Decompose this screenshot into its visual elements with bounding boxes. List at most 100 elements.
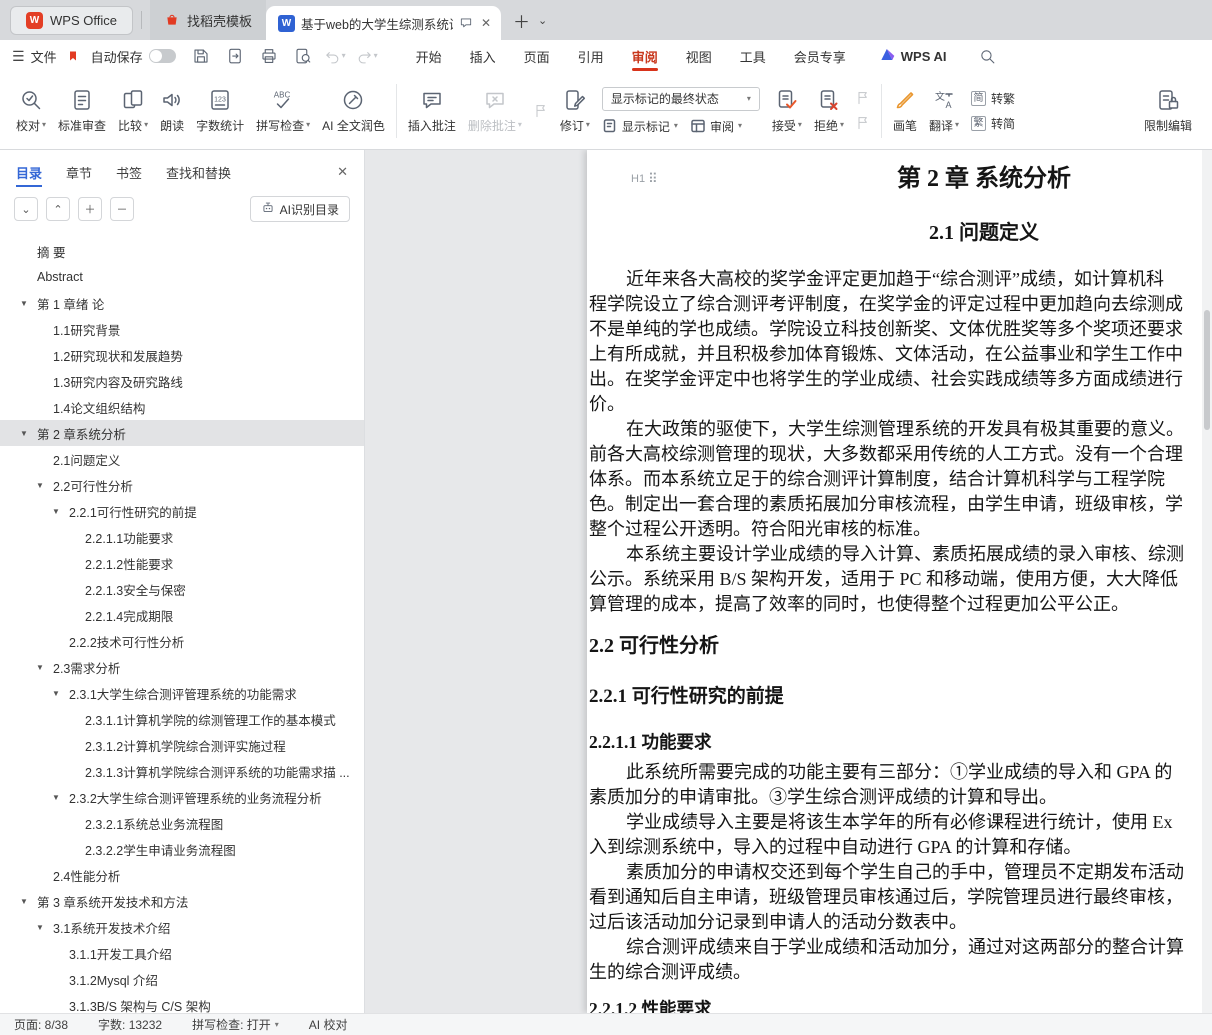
markup-state-select[interactable]: 显示标记的最终状态▾ <box>602 87 760 111</box>
read-aloud-button[interactable]: 朗读 <box>154 84 190 138</box>
toc-item[interactable]: ▼ 2.3.2.2学生申请业务流程图 <box>0 836 364 862</box>
standard-review-button[interactable]: 标准审查 <box>52 84 112 138</box>
show-markup-button[interactable]: 显示标记▾ <box>602 118 678 135</box>
toc-item[interactable]: ▼ 2.2可行性分析 <box>0 472 364 498</box>
toc-item[interactable]: ▼ 第 2 章系统分析 <box>0 420 364 446</box>
prev-comment-flag-icon[interactable] <box>533 103 549 119</box>
expand-level-button[interactable]: ＋ <box>78 197 102 221</box>
ribbon-tab[interactable]: 页面 <box>524 40 550 72</box>
toc-item[interactable]: ▼ Abstract <box>0 264 364 290</box>
collapse-level-button[interactable]: － <box>110 197 134 221</box>
ribbon-tab[interactable]: 审阅 <box>632 40 658 72</box>
ai-toc-button[interactable]: AI识别目录 <box>250 196 350 222</box>
ribbon-tab[interactable]: 会员专享 <box>794 40 846 72</box>
ai-proofread-button[interactable]: AI 校对 <box>309 1016 348 1033</box>
ribbon-tab[interactable]: 视图 <box>686 40 712 72</box>
toc-item[interactable]: ▼ 1.1研究背景 <box>0 316 364 342</box>
translate-button[interactable]: 文A 翻译▾ <box>923 84 965 138</box>
heading-drag-handle[interactable]: H1 ⠿ <box>631 171 657 187</box>
restrict-editing-button[interactable]: 限制编辑 <box>1138 84 1198 138</box>
toc-item[interactable]: ▼ 2.2.1.4完成期限 <box>0 602 364 628</box>
toc-item[interactable]: ▼ 2.2.1.2性能要求 <box>0 550 364 576</box>
toc-item[interactable]: ▼ 3.1系统开发技术介绍 <box>0 914 364 940</box>
toc-item[interactable]: ▼ 第 1 章绪 论 <box>0 290 364 316</box>
toc-item[interactable]: ▼ 2.3.1.2计算机学院综合测评实施过程 <box>0 732 364 758</box>
toc-expand-icon[interactable]: ▼ <box>36 481 53 490</box>
toc-expand-icon[interactable]: ▼ <box>52 507 69 516</box>
docer-tab[interactable]: 找稻壳模板 <box>150 0 266 40</box>
wps-ai-button[interactable]: WPS AI <box>880 47 947 65</box>
toc-expand-icon[interactable]: ▼ <box>20 897 37 906</box>
toc-item[interactable]: ▼ 3.1.3B/S 架构与 C/S 架构 <box>0 992 364 1013</box>
proofread-button[interactable]: 校对▾ <box>10 84 52 138</box>
export-icon[interactable] <box>224 45 246 67</box>
toc-item[interactable]: ▼ 2.3需求分析 <box>0 654 364 680</box>
print-icon[interactable] <box>258 45 280 67</box>
search-icon[interactable] <box>979 48 996 65</box>
page-indicator[interactable]: 页面: 8/38 <box>14 1016 68 1033</box>
sidebar-tab[interactable]: 书签 <box>116 150 142 194</box>
to-traditional-button[interactable]: 简 转繁 <box>971 90 1015 107</box>
collapse-all-button[interactable]: ⌄ <box>14 197 38 221</box>
toc-expand-icon[interactable]: ▼ <box>20 429 37 438</box>
scrollbar-thumb[interactable] <box>1204 310 1210 430</box>
toc-item[interactable]: ▼ 1.2研究现状和发展趋势 <box>0 342 364 368</box>
word-count-button[interactable]: 123 字数统计 <box>190 84 250 138</box>
redo-button[interactable]: ▾ <box>356 48 378 65</box>
sidebar-close-icon[interactable]: ✕ <box>337 164 348 180</box>
ink-button[interactable]: 画笔 <box>887 84 923 138</box>
document-canvas[interactable]: H1 ⠿ 第 2 章 系统分析 2.1 问题定义近年来各大高校的奖学金评定更加趋… <box>366 150 1212 1013</box>
toc-expand-icon[interactable]: ▼ <box>52 689 69 698</box>
save-icon[interactable] <box>190 45 212 67</box>
tab-list-caret-icon[interactable]: ⌄ <box>538 14 547 27</box>
ribbon-tab[interactable]: 插入 <box>470 40 496 72</box>
toc-expand-icon[interactable]: ▼ <box>36 663 53 672</box>
ribbon-tab[interactable]: 引用 <box>578 40 604 72</box>
ribbon-tab[interactable]: 工具 <box>740 40 766 72</box>
spell-check-button[interactable]: ABC 拼写检查▾ <box>250 84 316 138</box>
ai-polish-button[interactable]: AI 全文润色 <box>316 84 391 138</box>
toc-item[interactable]: ▼ 2.3.1.1计算机学院的综测管理工作的基本模式 <box>0 706 364 732</box>
redo-caret-icon[interactable]: ▾ <box>374 52 378 60</box>
toc-item[interactable]: ▼ 3.1.2Mysql 介绍 <box>0 966 364 992</box>
toc-item[interactable]: ▼ 2.4性能分析 <box>0 862 364 888</box>
prev-change-flag-icon[interactable] <box>855 90 871 106</box>
red-bookmark-icon[interactable] <box>67 49 79 63</box>
toc-item[interactable]: ▼ 1.4论文组织结构 <box>0 394 364 420</box>
compare-button[interactable]: 比较▾ <box>112 84 154 138</box>
ribbon-tab[interactable]: 开始 <box>416 40 442 72</box>
document-tab[interactable]: W 基于web的大学生综测系统设 ✕ <box>266 6 501 40</box>
next-change-flag-icon[interactable] <box>855 115 871 131</box>
autosave-toggle[interactable]: 自动保存 <box>91 47 176 66</box>
vertical-scrollbar[interactable] <box>1202 150 1212 1013</box>
tab-close-icon[interactable]: ✕ <box>481 16 491 30</box>
to-simplified-button[interactable]: 繁 转简 <box>971 115 1015 132</box>
toc-item[interactable]: ▼ 2.3.2大学生综合测评管理系统的业务流程分析 <box>0 784 364 810</box>
toc-item[interactable]: ▼ 1.3研究内容及研究路线 <box>0 368 364 394</box>
toc-item[interactable]: ▼ 3.1.1开发工具介绍 <box>0 940 364 966</box>
toc-item[interactable]: ▼ 摘 要 <box>0 238 364 264</box>
toc-item[interactable]: ▼ 2.2.1.1功能要求 <box>0 524 364 550</box>
file-menu[interactable]: ☰ 文件 <box>12 47 57 66</box>
delete-comment-button[interactable]: 删除批注▾ <box>462 84 528 138</box>
toc-item[interactable]: ▼ 2.2.1.3安全与保密 <box>0 576 364 602</box>
toc-item[interactable]: ▼ 2.3.1大学生综合测评管理系统的功能需求 <box>0 680 364 706</box>
toc-item[interactable]: ▼ 2.1问题定义 <box>0 446 364 472</box>
chat-icon[interactable] <box>459 16 473 30</box>
sidebar-tab[interactable]: 目录 <box>16 150 42 194</box>
review-pane-button[interactable]: 审阅▾ <box>690 118 742 135</box>
sidebar-tab[interactable]: 查找和替换 <box>166 150 231 194</box>
toc-item[interactable]: ▼ 2.3.2.1系统总业务流程图 <box>0 810 364 836</box>
new-tab-button[interactable]: ＋ <box>513 8 530 33</box>
undo-button[interactable]: ▾ <box>324 48 346 65</box>
spellcheck-status[interactable]: 拼写检查: 打开 ▾ <box>192 1016 279 1033</box>
toc-item[interactable]: ▼ 2.2.2技术可行性分析 <box>0 628 364 654</box>
word-count-indicator[interactable]: 字数: 13232 <box>98 1016 162 1033</box>
insert-comment-button[interactable]: 插入批注 <box>402 84 462 138</box>
toc-expand-icon[interactable]: ▼ <box>36 923 53 932</box>
toc-expand-icon[interactable]: ▼ <box>20 299 37 308</box>
home-tab[interactable]: W WPS Office <box>10 6 133 35</box>
document-page[interactable]: H1 ⠿ 第 2 章 系统分析 2.1 问题定义近年来各大高校的奖学金评定更加趋… <box>587 150 1212 1013</box>
accept-button[interactable]: 接受▾ <box>766 84 808 138</box>
sidebar-tab[interactable]: 章节 <box>66 150 92 194</box>
